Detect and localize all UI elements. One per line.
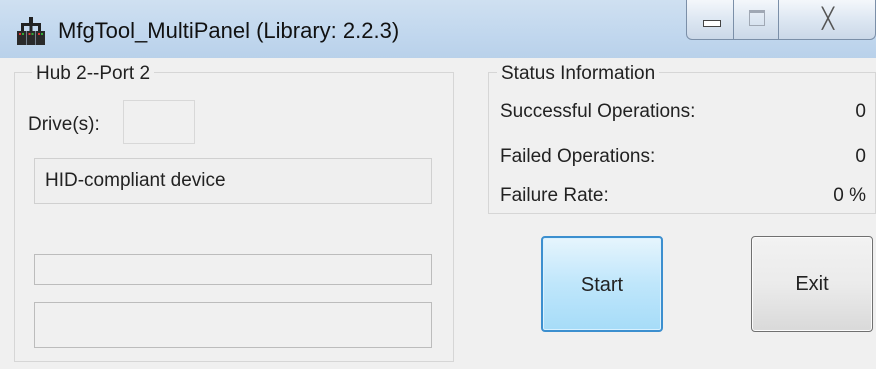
hub-port-title: Hub 2--Port 2 (32, 63, 155, 85)
window-title: MfgTool_MultiPanel (Library: 2.2.3) (58, 18, 400, 43)
failed-operations-label: Failed Operations: (500, 146, 656, 167)
message-field (34, 302, 432, 348)
failure-rate-label: Failure Rate: (500, 185, 609, 206)
successful-operations-value: 0 (855, 101, 866, 122)
minimize-icon[interactable] (686, 0, 734, 40)
maximize-icon[interactable] (733, 0, 779, 40)
drives-field (123, 100, 195, 144)
failed-operations-value: 0 (855, 146, 866, 167)
mfgtool-window: MfgTool_MultiPanel (Library: 2.2.3) ╳ Hu… (0, 0, 876, 369)
status-information-title: Status Information (497, 63, 660, 85)
drives-label: Drive(s): (28, 114, 100, 135)
progress-bar (34, 254, 432, 285)
device-name-field: HID-compliant device (34, 158, 432, 204)
close-button[interactable]: ╳ (778, 0, 876, 40)
mfgtool-app-icon (17, 17, 45, 45)
failure-rate-value: 0 % (833, 185, 866, 206)
successful-operations-label: Successful Operations: (500, 101, 696, 122)
start-button[interactable]: Start (541, 236, 663, 332)
device-name-text: HID-compliant device (45, 170, 226, 191)
exit-button[interactable]: Exit (751, 236, 873, 332)
title-bar[interactable]: MfgTool_MultiPanel (Library: 2.2.3) ╳ (0, 0, 876, 58)
close-icon: ╳ (821, 6, 835, 30)
